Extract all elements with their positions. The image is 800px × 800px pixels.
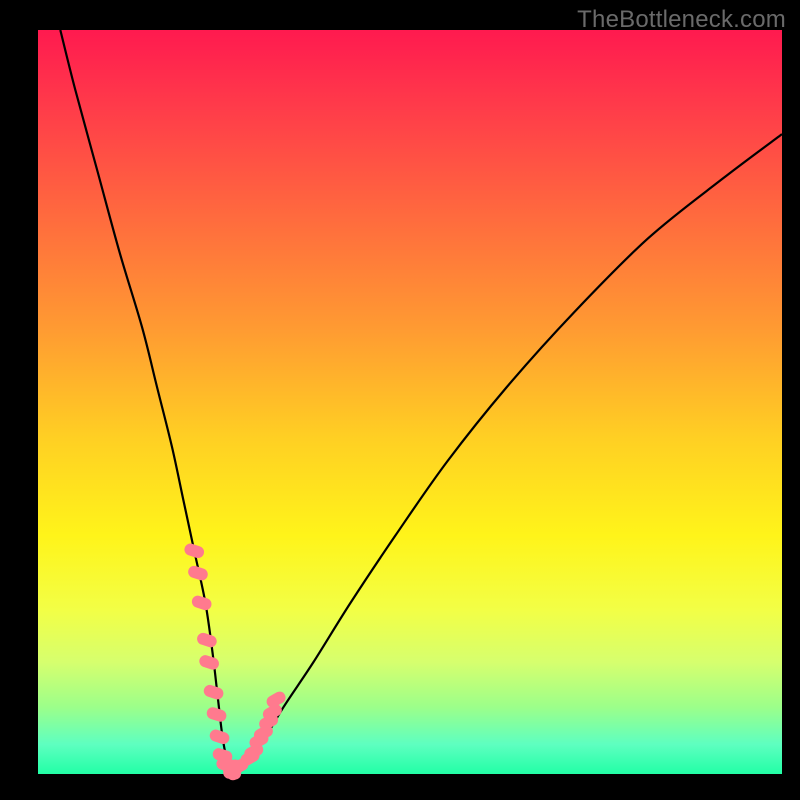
- marker-group: [183, 542, 288, 780]
- chart-svg: [38, 30, 782, 774]
- chart-frame: TheBottleneck.com: [0, 0, 800, 800]
- marker-point: [198, 654, 221, 672]
- marker-point: [190, 594, 213, 612]
- marker-point: [208, 728, 231, 746]
- marker-point: [196, 631, 219, 649]
- marker-point: [187, 564, 210, 582]
- watermark-text: TheBottleneck.com: [577, 6, 786, 34]
- bottleneck-curve: [60, 30, 782, 772]
- marker-point: [202, 683, 225, 701]
- marker-point: [183, 542, 206, 560]
- plot-area: [38, 30, 782, 774]
- marker-point: [205, 706, 228, 724]
